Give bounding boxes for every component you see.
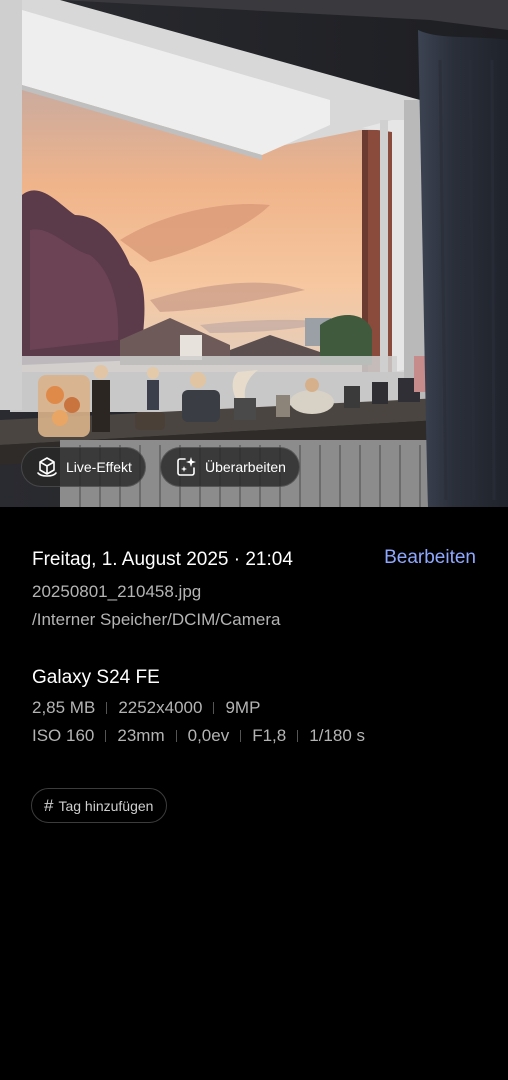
file-name: 20250801_210458.jpg [32,582,202,601]
separator [240,730,242,742]
camera-specs-row: ISO 160 23mm 0,0ev F1,8 1/180 s [32,726,365,746]
photo-viewer[interactable]: Live-Effekt Überarbeiten [0,0,508,507]
edit-details-button[interactable]: Bearbeiten [384,547,476,569]
capture-datetime: Freitag, 1. August 2025 · 21:04 [32,549,293,570]
separator [105,730,107,742]
separator [213,702,215,714]
separator [175,730,177,742]
enhance-button[interactable]: Überarbeiten [160,447,300,487]
focal-length: 23mm [117,726,165,745]
resolution: 2252x4000 [118,698,203,717]
aperture-value: F1,8 [252,726,287,745]
file-size: 2,85 MB [32,698,96,717]
file-path: /Interner Speicher/DCIM/Camera [32,610,281,629]
photo-image [0,0,508,507]
cube-sparkle-icon [37,457,57,477]
separator [106,702,108,714]
device-name: Galaxy S24 FE [32,667,160,688]
shutter-speed: 1/180 s [309,726,365,745]
live-effect-label: Live-Effekt [66,459,132,475]
enhance-label: Überarbeiten [205,459,286,475]
live-effect-button[interactable]: Live-Effekt [21,447,146,487]
exposure-value: 0,0ev [187,726,230,745]
hash-icon: # [44,795,54,815]
file-specs-row: 2,85 MB 2252x4000 9MP [32,698,260,718]
enhance-sparkle-icon [177,457,196,476]
add-tag-label: Tag hinzufügen [58,797,154,814]
separator [297,730,299,742]
add-tag-button[interactable]: # Tag hinzufügen [31,788,168,823]
megapixels: 9MP [225,698,261,717]
iso-value: ISO 160 [32,726,95,745]
